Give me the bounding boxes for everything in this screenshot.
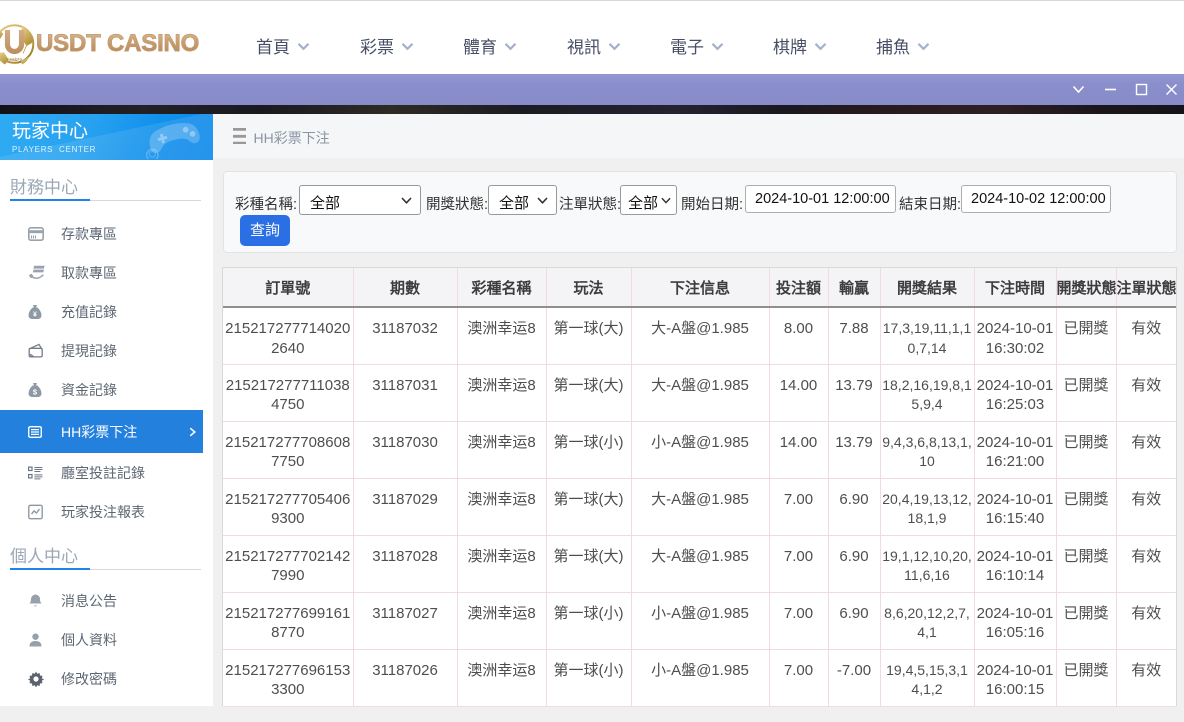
svg-text:¥: ¥ [33,311,37,318]
svg-text:casino: casino [7,57,23,62]
